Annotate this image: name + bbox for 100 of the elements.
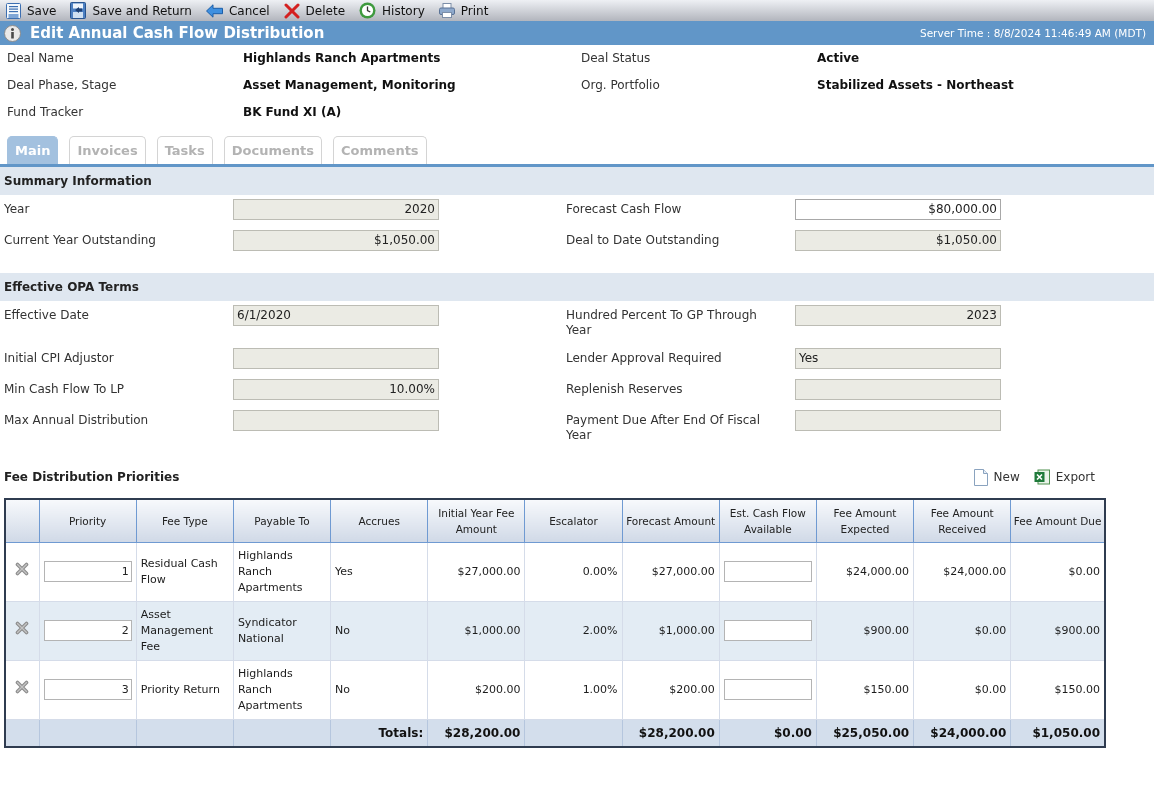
- total-cell: $28,200.00: [427, 719, 525, 747]
- column-header: Accrues: [330, 499, 428, 542]
- page-title: Edit Annual Cash Flow Distribution: [30, 24, 325, 42]
- table-cell: $27,000.00: [622, 542, 720, 601]
- total-cell: $0.00: [719, 719, 817, 747]
- input-field[interactable]: Yes: [795, 348, 1001, 369]
- field-label: Initial CPI Adjustor: [4, 350, 114, 366]
- table-cell: 0.00%: [524, 542, 623, 601]
- cancel-button[interactable]: Cancel: [204, 0, 271, 21]
- new-link[interactable]: New: [973, 468, 1020, 486]
- clock-icon: [359, 2, 377, 19]
- field-label: Max Annual Distribution: [4, 412, 149, 428]
- table-cell: $150.00: [816, 660, 914, 719]
- table-cell: Highlands Ranch Apartments: [233, 660, 331, 719]
- priority-input[interactable]: 3: [43, 679, 132, 700]
- cross-icon: [15, 562, 30, 576]
- table-cell: 2.00%: [524, 601, 623, 660]
- table-cell: No: [330, 660, 428, 719]
- table-cell: Asset Management Fee: [136, 601, 234, 660]
- info-icon: [4, 24, 21, 42]
- total-cell: $24,000.00: [913, 719, 1011, 747]
- input-field[interactable]: [233, 348, 439, 369]
- input-field[interactable]: $80,000.00: [795, 199, 1001, 220]
- table-cell: $900.00: [816, 601, 914, 660]
- column-header: Fee Amount Due: [1010, 499, 1105, 542]
- print-button[interactable]: Print: [437, 0, 490, 21]
- field-value: Active: [817, 50, 860, 65]
- column-header: Fee Type: [136, 499, 234, 542]
- cross-icon: [283, 2, 300, 19]
- totals-label: Totals:: [330, 719, 428, 747]
- table-cell: $24,000.00: [913, 542, 1011, 601]
- cross-icon: [15, 680, 30, 694]
- history-button[interactable]: History: [358, 0, 426, 21]
- input-field[interactable]: [795, 410, 1001, 431]
- field-label: Current Year Outstanding: [4, 232, 156, 248]
- input-field[interactable]: [723, 561, 812, 582]
- table-cell: $1,000.00: [622, 601, 720, 660]
- field-label: Deal Status: [581, 50, 651, 65]
- priority-input[interactable]: 2: [43, 620, 132, 641]
- field-label: Org. Portfolio: [581, 77, 660, 92]
- input-field[interactable]: [723, 620, 812, 641]
- export-link[interactable]: Export: [1033, 468, 1095, 486]
- column-header: Est. Cash Flow Available: [719, 499, 817, 542]
- field-label: Year: [4, 201, 30, 217]
- table-cell: 1.00%: [524, 660, 623, 719]
- document-icon: [973, 468, 988, 486]
- table-cell: $27,000.00: [427, 542, 525, 601]
- left-arrow-icon: [205, 3, 223, 18]
- field-label: Fund Tracker: [7, 104, 84, 119]
- field-label: Hundred Percent To GP Through Year: [566, 307, 758, 338]
- input-field[interactable]: 10.00%: [233, 379, 439, 400]
- field-label: Min Cash Flow To LP: [4, 381, 125, 397]
- delete-button[interactable]: Delete: [282, 0, 347, 21]
- total-cell: $25,050.00: [816, 719, 914, 747]
- input-field[interactable]: [723, 679, 812, 700]
- input-field[interactable]: 6/1/2020: [233, 305, 439, 326]
- field-value: Asset Management, Monitoring: [243, 77, 456, 92]
- total-cell: $28,200.00: [622, 719, 720, 747]
- priority-input[interactable]: 1: [43, 561, 132, 582]
- field-label: Deal Name: [7, 50, 74, 65]
- field-label: Lender Approval Required: [566, 350, 722, 366]
- column-header: Payable To: [233, 499, 331, 542]
- table-cell: $1,000.00: [427, 601, 525, 660]
- server-time: Server Time : 8/8/2024 11:46:49 AM (MDT): [920, 27, 1146, 39]
- section-header: Effective OPA Terms: [0, 273, 1154, 301]
- table-cell: $0.00: [913, 660, 1011, 719]
- save-button[interactable]: Save: [5, 0, 58, 21]
- column-header: Fee Amount Expected: [816, 499, 914, 542]
- table-cell: Yes: [330, 542, 428, 601]
- input-field[interactable]: [795, 379, 1001, 400]
- column-header: Escalator: [524, 499, 623, 542]
- table-cell: No: [330, 601, 428, 660]
- table-cell: Priority Return: [136, 660, 234, 719]
- section-header: Summary Information: [0, 167, 1154, 195]
- input-field[interactable]: [233, 410, 439, 431]
- field-value: Stabilized Assets - Northeast: [817, 77, 1014, 92]
- field-value: Highlands Ranch Apartments: [243, 50, 441, 65]
- input-field[interactable]: 2020: [233, 199, 439, 220]
- column-header: Forecast Amount: [622, 499, 720, 542]
- input-field[interactable]: $1,050.00: [795, 230, 1001, 251]
- cross-icon: [15, 621, 30, 635]
- spreadsheet-icon: [1033, 469, 1050, 485]
- save-and-return-button[interactable]: Save and Return: [69, 0, 193, 21]
- field-label: Deal to Date Outstanding: [566, 232, 720, 248]
- table-cell: Residual Cash Flow: [136, 542, 234, 601]
- field-label: Effective Date: [4, 307, 89, 323]
- field-label: Forecast Cash Flow: [566, 201, 682, 217]
- table-cell: $24,000.00: [816, 542, 914, 601]
- field-label: Payment Due After End Of Fiscal Year: [566, 412, 762, 443]
- table-cell: $0.00: [913, 601, 1011, 660]
- table-cell: $200.00: [427, 660, 525, 719]
- section-title: Fee Distribution Priorities: [4, 470, 180, 484]
- field-label: Replenish Reserves: [566, 381, 683, 397]
- table-cell: Syndicator National: [233, 601, 331, 660]
- total-cell: $1,050.00: [1010, 719, 1105, 747]
- column-header: Initial Year Fee Amount: [427, 499, 525, 542]
- input-field[interactable]: 2023: [795, 305, 1001, 326]
- table-cell: Highlands Ranch Apartments: [233, 542, 331, 601]
- column-header: Fee Amount Received: [913, 499, 1011, 542]
- input-field[interactable]: $1,050.00: [233, 230, 439, 251]
